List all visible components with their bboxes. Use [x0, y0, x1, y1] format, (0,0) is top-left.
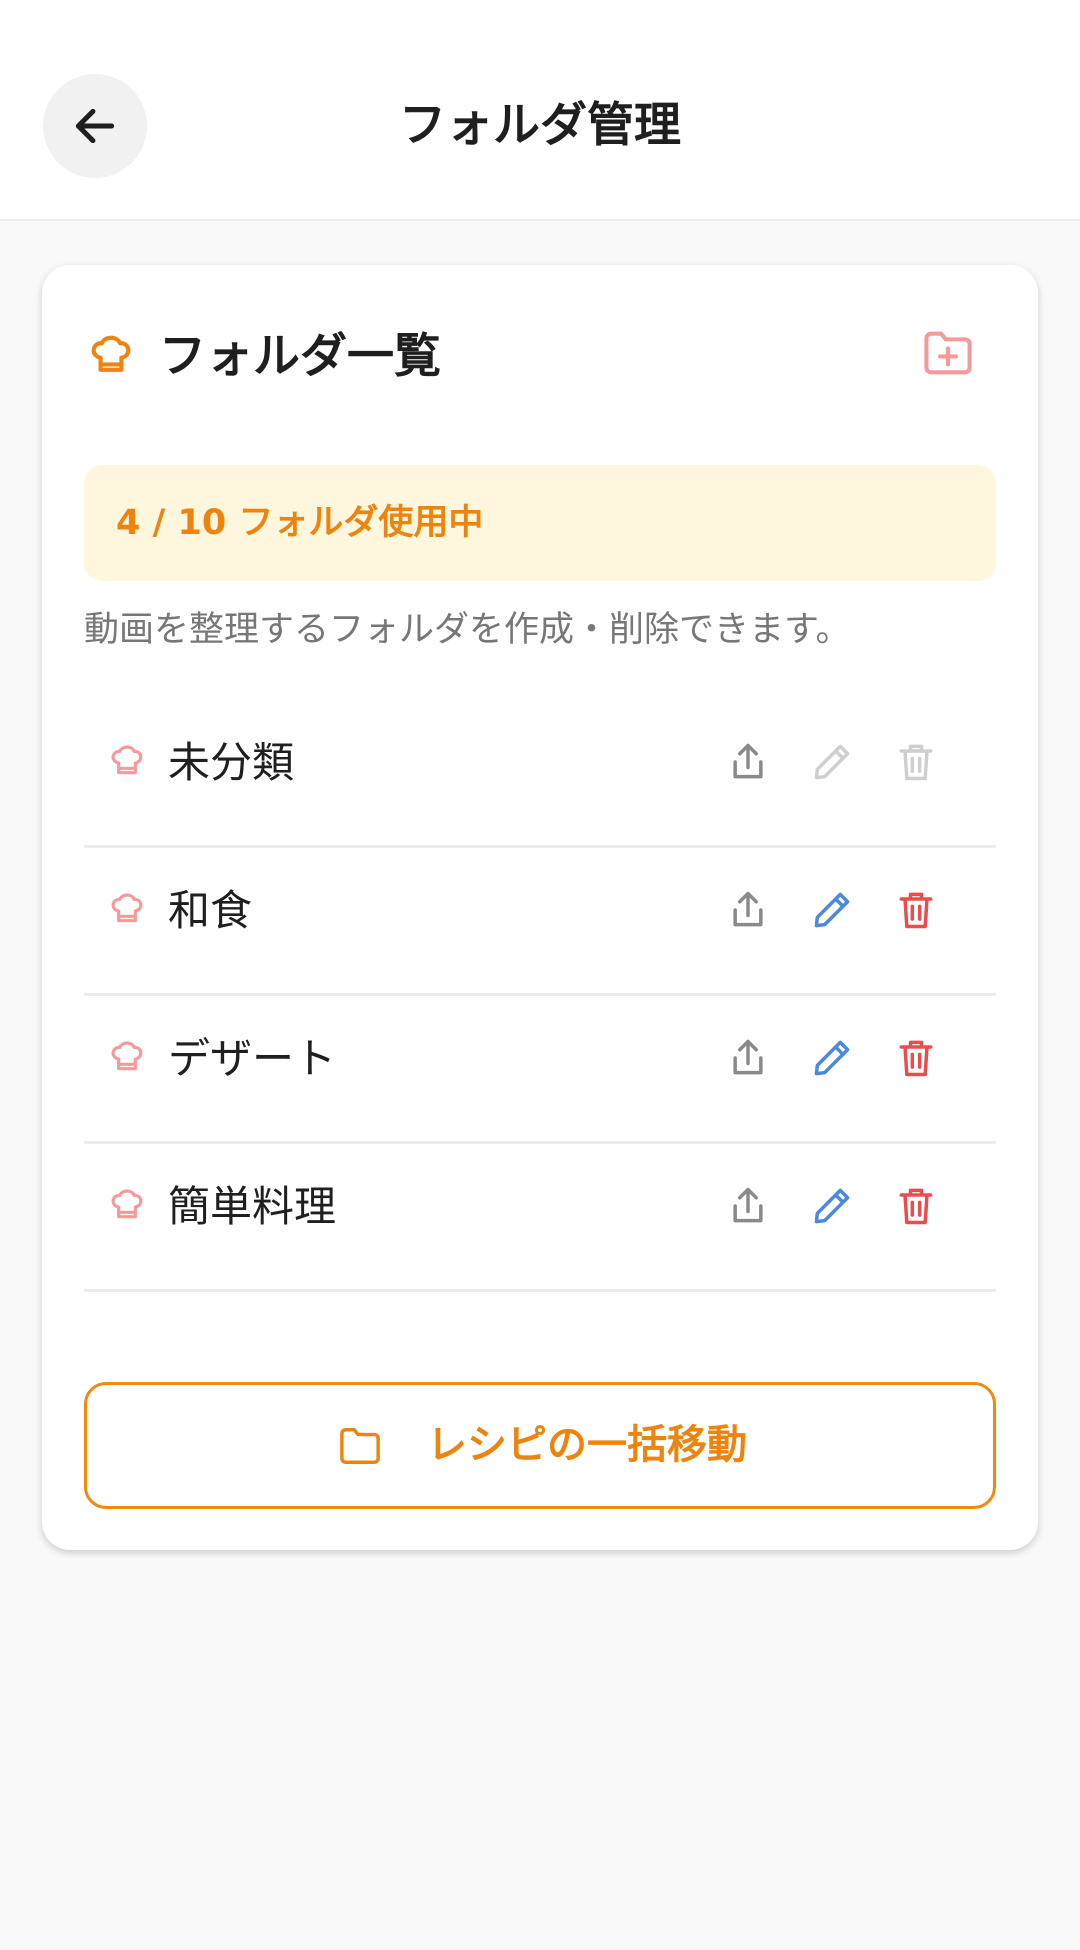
- share-icon: [733, 1187, 763, 1223]
- folder-usage-count: 4 / 10 フォルダ使用中: [116, 503, 484, 543]
- share-folder-button[interactable]: [724, 738, 772, 786]
- bulk-move-label: レシピの一括移動: [427, 1422, 747, 1468]
- folder-name: 和食: [168, 886, 253, 935]
- folder-plus-icon: [924, 331, 972, 375]
- share-folder-button[interactable]: [724, 886, 772, 934]
- pencil-icon: [814, 744, 850, 780]
- delete-folder-button: [892, 738, 940, 786]
- pencil-icon: [814, 892, 850, 928]
- edit-folder-button[interactable]: [808, 1182, 856, 1230]
- folder-row[interactable]: 和食: [84, 848, 996, 996]
- folder-row[interactable]: 簡単料理: [84, 1144, 996, 1292]
- bulk-move-button[interactable]: レシピの一括移動: [84, 1382, 996, 1509]
- trash-icon: [899, 1188, 933, 1225]
- folder-name: 未分類: [168, 738, 295, 787]
- delete-folder-button[interactable]: [892, 886, 940, 934]
- edit-folder-button: [808, 738, 856, 786]
- edit-folder-button[interactable]: [808, 886, 856, 934]
- add-folder-button[interactable]: [918, 323, 978, 383]
- folder-name: デザート: [168, 1034, 337, 1083]
- chef-hat-icon: [111, 745, 143, 775]
- chef-hat-icon: [111, 1041, 143, 1071]
- edit-folder-button[interactable]: [808, 1034, 856, 1082]
- pencil-icon: [814, 1188, 850, 1224]
- card-title: フォルダ一覧: [159, 329, 441, 384]
- chef-hat-icon: [111, 893, 143, 923]
- trash-icon: [899, 892, 933, 929]
- folder-row[interactable]: 未分類: [84, 700, 996, 848]
- share-icon: [733, 743, 763, 779]
- share-icon: [733, 1039, 763, 1075]
- delete-folder-button[interactable]: [892, 1034, 940, 1082]
- pencil-icon: [814, 1040, 850, 1076]
- chef-hat-icon: [91, 335, 131, 372]
- share-icon: [733, 891, 763, 927]
- trash-icon: [899, 744, 933, 781]
- trash-icon: [899, 1040, 933, 1077]
- share-folder-button[interactable]: [724, 1182, 772, 1230]
- folder-card: フォルダ一覧 4 / 10 フォルダ使用中 動画を整理するフォルダを作成・削除で…: [42, 265, 1038, 1550]
- app-header: フォルダ管理: [0, 0, 1080, 221]
- page-title: フォルダ管理: [399, 98, 681, 153]
- share-folder-button[interactable]: [724, 1034, 772, 1082]
- chef-hat-icon: [111, 1189, 143, 1219]
- folder-row[interactable]: デザート: [84, 996, 996, 1144]
- folder-list: 未分類 和食 デザート 簡単料理: [84, 700, 996, 1292]
- folder-name: 簡単料理: [168, 1182, 337, 1231]
- folder-description: 動画を整理するフォルダを作成・削除できます。: [84, 610, 851, 650]
- delete-folder-button[interactable]: [892, 1182, 940, 1230]
- folder-icon: [340, 1428, 380, 1464]
